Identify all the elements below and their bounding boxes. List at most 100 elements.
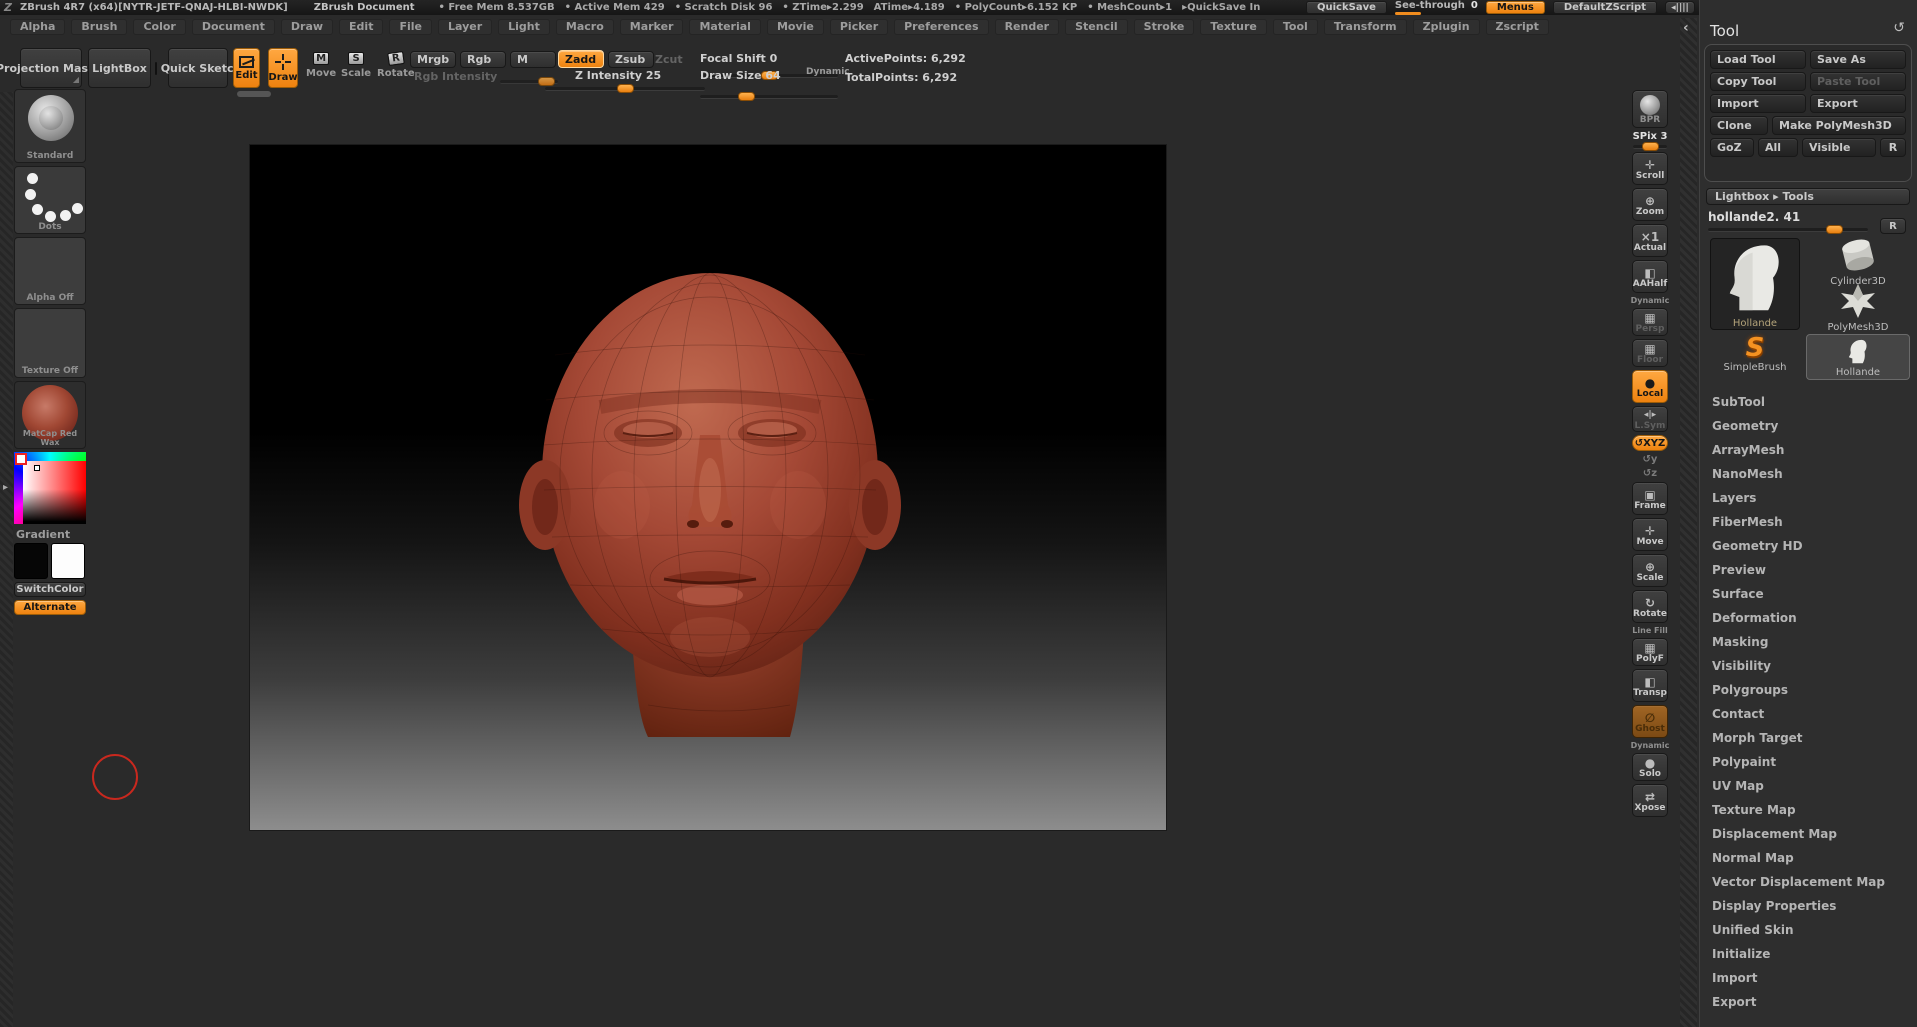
dynamic-label[interactable]: Dynamic [806, 67, 850, 77]
solo-button[interactable]: ●Solo [1632, 753, 1668, 781]
menu-item[interactable]: File [389, 19, 432, 35]
color-picker[interactable] [14, 452, 86, 524]
tool-section-item[interactable]: Texture Map [1700, 798, 1917, 822]
sv-square[interactable] [23, 461, 86, 524]
menu-item[interactable]: Picker [830, 19, 888, 35]
polymesh3d-thumbnail[interactable]: PolyMesh3D [1806, 284, 1910, 330]
zoom-button[interactable]: ⊕Zoom [1632, 188, 1668, 221]
secondary-color-swatch[interactable] [51, 543, 85, 579]
quick-sketch-button[interactable]: Quick Sketch [168, 48, 228, 88]
menu-item[interactable]: Brush [71, 19, 127, 35]
import-button[interactable]: Import [1710, 94, 1806, 113]
move-mode-button[interactable]: M Move [306, 52, 336, 79]
tool-section-item[interactable]: Polypaint [1700, 750, 1917, 774]
tray-left-icon[interactable]: ◂|||| [1665, 1, 1695, 14]
menu-item[interactable]: Render [995, 19, 1060, 35]
save-as-button[interactable]: Save As [1810, 50, 1906, 69]
tray-resize-handle[interactable] [237, 91, 271, 97]
spix-slider[interactable] [1633, 145, 1667, 149]
z-intensity-slider[interactable] [545, 87, 705, 91]
tool-section-item[interactable]: Vector Displacement Map [1700, 870, 1917, 894]
goz-button[interactable]: GoZ [1710, 138, 1754, 157]
tool-section-item[interactable]: Geometry HD [1700, 534, 1917, 558]
menus-toggle-button[interactable]: Menus [1486, 1, 1545, 14]
r-button[interactable]: R [1880, 138, 1906, 157]
menu-item[interactable]: Stroke [1134, 19, 1195, 35]
tool-section-item[interactable]: Unified Skin [1700, 918, 1917, 942]
make-polymesh3d-button[interactable]: Make PolyMesh3D [1772, 116, 1906, 135]
mrgb-button[interactable]: Mrgb [410, 51, 456, 68]
m-button[interactable]: M [510, 51, 556, 68]
tool-section-item[interactable]: Contact [1700, 702, 1917, 726]
visible-button[interactable]: Visible [1802, 138, 1876, 157]
active-tool-r-button[interactable]: R [1880, 218, 1906, 234]
projection-master-button[interactable]: Projection Master ◢ [20, 48, 82, 88]
paste-tool-button[interactable]: Paste Tool [1810, 72, 1906, 91]
tool-section-item[interactable]: Export [1700, 990, 1917, 1014]
persp-button[interactable]: ▦Persp [1632, 308, 1668, 336]
move-canvas-button[interactable]: ✛Move [1632, 518, 1668, 551]
tool-section-item[interactable]: Import [1700, 966, 1917, 990]
aahalf-button[interactable]: ◧AAHalf [1632, 260, 1668, 293]
material-selector[interactable]: MatCap Red Wax [14, 381, 86, 449]
texture-selector[interactable]: Texture Off [14, 308, 86, 378]
tool-section-item[interactable]: Morph Target [1700, 726, 1917, 750]
stroke-selector[interactable]: Dots [14, 166, 86, 234]
menu-item[interactable]: Texture [1200, 19, 1267, 35]
right-tray-collapse-icon[interactable]: ‹ [1683, 20, 1689, 36]
menu-item[interactable]: Preferences [894, 19, 988, 35]
frame-button[interactable]: ▣Frame [1632, 482, 1668, 515]
default-zscript-button[interactable]: DefaultZScript [1553, 1, 1657, 14]
tool-panel-title[interactable]: Tool [1710, 22, 1739, 40]
menu-item[interactable]: Alpha [10, 19, 65, 35]
menu-item[interactable]: Transform [1324, 19, 1407, 35]
tool-section-item[interactable]: Preview [1700, 558, 1917, 582]
scale-mode-button[interactable]: S Scale [341, 52, 371, 79]
menu-item[interactable]: Draw [281, 19, 333, 35]
panel-reset-icon[interactable]: ↺ [1893, 20, 1905, 36]
active-tool-name[interactable]: hollande2. 41 [1708, 210, 1800, 224]
alpha-selector[interactable]: Alpha Off [14, 237, 86, 305]
tool-section-item[interactable]: Displacement Map [1700, 822, 1917, 846]
all-button[interactable]: All [1758, 138, 1798, 157]
tool-section-item[interactable]: Visibility [1700, 654, 1917, 678]
gradient-label[interactable]: Gradient [16, 528, 70, 541]
menu-item[interactable]: Color [133, 19, 185, 35]
brush-selector[interactable]: Standard [14, 89, 86, 163]
scroll-button[interactable]: ✛Scroll [1632, 152, 1668, 185]
menu-item[interactable]: Marker [620, 19, 684, 35]
rgb-button[interactable]: Rgb [460, 51, 506, 68]
scale-canvas-button[interactable]: ⊕Scale [1632, 554, 1668, 587]
current-tool-thumbnail[interactable]: Hollande [1710, 238, 1800, 330]
transparency-button[interactable]: ◧Transp [1632, 669, 1668, 702]
tool-section-item[interactable]: Layers [1700, 486, 1917, 510]
copy-tool-button[interactable]: Copy Tool [1710, 72, 1806, 91]
lightbox-tools-button[interactable]: Lightbox ▸ Tools [1706, 188, 1910, 205]
local-button[interactable]: ●Local [1632, 370, 1668, 403]
document-canvas[interactable] [250, 145, 1166, 830]
bpr-button[interactable]: BPR [1632, 90, 1668, 128]
tool-section-item[interactable]: ArrayMesh [1700, 438, 1917, 462]
tool-section-item[interactable]: Initialize [1700, 942, 1917, 966]
rgb-intensity-slider[interactable] [500, 80, 558, 84]
menu-item[interactable]: Material [689, 19, 760, 35]
menu-item[interactable]: Zplugin [1413, 19, 1480, 35]
clone-button[interactable]: Clone [1710, 116, 1768, 135]
menu-item[interactable]: Macro [556, 19, 614, 35]
actual-button[interactable]: ×1Actual [1632, 224, 1668, 257]
menu-item[interactable]: Movie [767, 19, 824, 35]
cylinder3d-thumbnail[interactable]: Cylinder3D [1806, 238, 1910, 282]
load-tool-button[interactable]: Load Tool [1710, 50, 1806, 69]
xyz-button[interactable]: ↺ XYZ [1632, 435, 1668, 451]
tool-section-item[interactable]: Normal Map [1700, 846, 1917, 870]
sculpt-head[interactable] [250, 145, 1166, 830]
main-color-swatch[interactable] [14, 543, 48, 579]
zsub-button[interactable]: Zsub [608, 51, 654, 68]
menu-item[interactable]: Layer [438, 19, 492, 35]
tool-section-item[interactable]: FiberMesh [1700, 510, 1917, 534]
menu-item[interactable]: Edit [339, 19, 383, 35]
hollande-thumbnail[interactable]: Hollande [1806, 334, 1910, 380]
left-tray-divider[interactable] [0, 92, 13, 1027]
tool-section-item[interactable]: UV Map [1700, 774, 1917, 798]
menu-item[interactable]: Tool [1273, 19, 1318, 35]
